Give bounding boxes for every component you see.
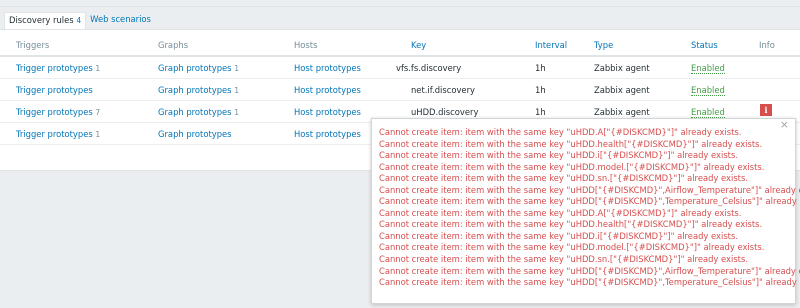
graph-count: 1 bbox=[234, 64, 240, 73]
graph-prototypes-link[interactable]: Graph prototypes bbox=[158, 107, 232, 117]
error-message: Cannot create item: item with the same k… bbox=[379, 150, 738, 161]
type-value: Zabbix agent bbox=[594, 63, 650, 73]
col-header-interval[interactable]: Interval bbox=[535, 40, 567, 50]
close-icon[interactable]: × bbox=[780, 119, 789, 130]
key-value: uHDD.discovery bbox=[411, 107, 479, 117]
host-prototypes-link[interactable]: Host prototypes bbox=[294, 129, 361, 139]
graph-prototypes-link[interactable]: Graph prototypes bbox=[158, 85, 232, 95]
graph-count: 1 bbox=[234, 86, 240, 95]
col-header-graphs: Graphs bbox=[158, 40, 189, 50]
error-info-icon[interactable]: i bbox=[760, 104, 772, 116]
type-value: Zabbix agent bbox=[594, 107, 650, 117]
error-message: Cannot create item: item with the same k… bbox=[379, 230, 738, 241]
col-header-triggers: Triggers bbox=[16, 40, 50, 50]
error-message: Cannot create item: item with the same k… bbox=[379, 254, 748, 265]
error-message: Cannot create item: item with the same k… bbox=[379, 196, 800, 207]
table-row: Trigger prototypes Graph prototypes 1 Ho… bbox=[0, 79, 800, 101]
error-message: Cannot create item: item with the same k… bbox=[379, 127, 742, 137]
graph-prototypes-link[interactable]: Graph prototypes bbox=[158, 129, 232, 139]
error-message: Cannot create item: item with the same k… bbox=[379, 207, 742, 218]
col-header-status[interactable]: Status bbox=[691, 40, 718, 50]
graph-count: 1 bbox=[234, 108, 240, 117]
trigger-prototypes-link[interactable]: Trigger prototypes bbox=[16, 129, 93, 139]
error-message: Cannot create item: item with the same k… bbox=[379, 277, 800, 288]
tab-bar: Discovery rules 4 Web scenarios bbox=[4, 12, 155, 29]
interval-value: 1h bbox=[535, 107, 546, 117]
host-prototypes-link[interactable]: Host prototypes bbox=[294, 63, 361, 73]
graph-prototypes-link[interactable]: Graph prototypes bbox=[158, 63, 232, 73]
table-header: Triggers Graphs Hosts Key Interval Type … bbox=[0, 30, 800, 57]
tab-web-scenarios[interactable]: Web scenarios bbox=[86, 12, 155, 29]
error-message: Cannot create item: item with the same k… bbox=[379, 173, 748, 184]
tab-label: Discovery rules bbox=[9, 15, 74, 25]
col-header-key[interactable]: Key bbox=[411, 40, 426, 50]
error-message: Cannot create item: item with the same k… bbox=[379, 161, 765, 172]
type-value: Zabbix agent bbox=[594, 85, 650, 95]
top-bar bbox=[0, 0, 800, 7]
col-header-type[interactable]: Type bbox=[594, 40, 613, 50]
trigger-count: 1 bbox=[95, 64, 101, 73]
col-header-hosts: Hosts bbox=[294, 40, 318, 50]
trigger-count: 7 bbox=[95, 108, 101, 117]
key-value: net.if.discovery bbox=[411, 85, 475, 95]
trigger-prototypes-link[interactable]: Trigger prototypes bbox=[16, 85, 93, 95]
error-message: Cannot create item: item with the same k… bbox=[379, 242, 765, 253]
trigger-prototypes-link[interactable]: Trigger prototypes bbox=[16, 63, 93, 73]
tab-count: 4 bbox=[76, 16, 82, 25]
key-value: vfs.fs.discovery bbox=[396, 63, 462, 73]
table-row: Trigger prototypes 1 Graph prototypes 1 … bbox=[0, 57, 800, 79]
trigger-count: 1 bbox=[95, 130, 101, 139]
tab-discovery-rules[interactable]: Discovery rules 4 bbox=[4, 12, 87, 29]
status-enabled-link[interactable]: Enabled bbox=[691, 63, 725, 74]
error-popup: × Cannot create item: item with the same… bbox=[371, 118, 800, 304]
interval-value: 1h bbox=[535, 85, 546, 95]
error-message: Cannot create item: item with the same k… bbox=[379, 138, 763, 149]
host-prototypes-link[interactable]: Host prototypes bbox=[294, 85, 361, 95]
error-message: Cannot create item: item with the same k… bbox=[379, 265, 800, 276]
tab-label: Web scenarios bbox=[90, 14, 151, 24]
col-header-info: Info bbox=[759, 40, 775, 50]
trigger-prototypes-link[interactable]: Trigger prototypes bbox=[16, 107, 93, 117]
host-prototypes-link[interactable]: Host prototypes bbox=[294, 107, 361, 117]
status-enabled-link[interactable]: Enabled bbox=[691, 107, 725, 118]
status-enabled-link[interactable]: Enabled bbox=[691, 85, 725, 96]
error-message: Cannot create item: item with the same k… bbox=[379, 184, 800, 195]
interval-value: 1h bbox=[535, 63, 546, 73]
error-message: Cannot create item: item with the same k… bbox=[379, 219, 763, 230]
